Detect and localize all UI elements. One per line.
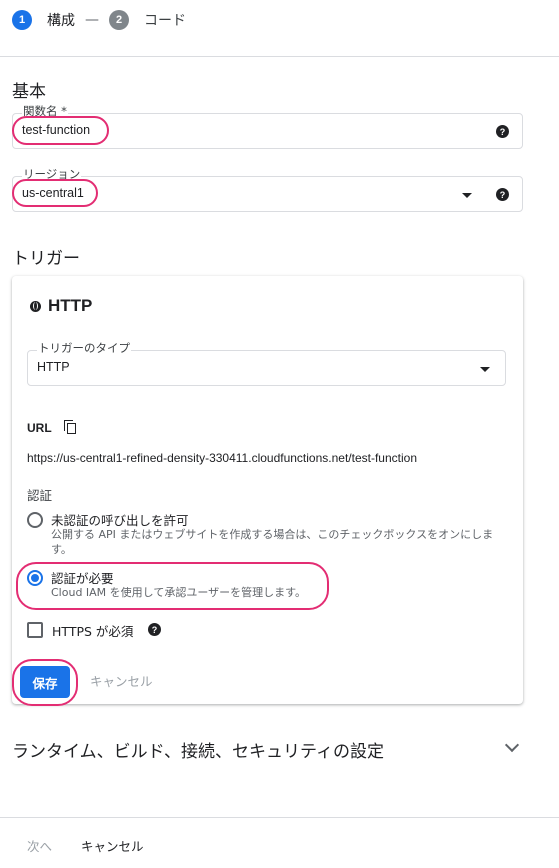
function-name-input[interactable]: test-function: [22, 123, 90, 137]
next-button[interactable]: 次へ: [27, 836, 52, 855]
url-label: URL: [27, 420, 52, 435]
basic-section-title: 基本: [12, 82, 46, 102]
trigger-type-label: トリガーのタイプ: [37, 340, 131, 356]
save-button[interactable]: 保存: [20, 666, 70, 698]
runtime-settings-expander[interactable]: ランタイム、ビルド、接続、セキュリティの設定: [12, 737, 523, 762]
top-divider: [0, 56, 559, 57]
trigger-card-title: HTTP: [48, 296, 93, 315]
require-auth-radio[interactable]: [27, 570, 43, 586]
region-value[interactable]: us-central1: [22, 186, 84, 200]
runtime-settings-title: ランタイム、ビルド、接続、セキュリティの設定: [12, 742, 384, 762]
region-dropdown-icon[interactable]: [462, 193, 472, 198]
chevron-down-icon[interactable]: [504, 737, 520, 753]
step-separator: —: [85, 12, 99, 28]
allow-unauthenticated-desc: 公開する API またはウェブサイトを作成する場合は、このチェックボックスをオン…: [51, 528, 494, 556]
function-name-help-icon[interactable]: ?: [496, 125, 509, 138]
function-name-label: 関数名 *: [22, 103, 68, 119]
trigger-section-title: トリガー: [12, 249, 80, 269]
auth-label: 認証: [27, 488, 53, 503]
trigger-card: HTTP トリガーのタイプ HTTP URL https://us-centra…: [12, 276, 523, 704]
step-2-number: 2: [109, 10, 129, 30]
https-help-icon[interactable]: ?: [148, 623, 161, 636]
https-required-label: HTTPS が必須: [52, 624, 134, 639]
url-header: URL: [27, 420, 78, 435]
trigger-type-value[interactable]: HTTP: [37, 360, 70, 374]
https-required-checkbox[interactable]: [27, 622, 43, 638]
function-name-field[interactable]: 関数名 * test-function ?: [12, 103, 523, 149]
trigger-cancel-button[interactable]: キャンセル: [90, 671, 153, 690]
region-label: リージョン: [22, 166, 82, 182]
stepper: 1 構成 — 2 コード: [12, 9, 186, 31]
region-help-icon[interactable]: ?: [496, 188, 509, 201]
trigger-type-select[interactable]: トリガーのタイプ HTTP: [27, 340, 506, 386]
trigger-type-dropdown-icon[interactable]: [480, 367, 490, 372]
region-select[interactable]: リージョン us-central1 ?: [12, 166, 523, 212]
step-1-number: 1: [12, 10, 32, 30]
globe-icon: [30, 300, 41, 312]
require-auth-desc: Cloud IAM を使用して承認ユーザーを管理します。: [51, 586, 307, 599]
copy-icon[interactable]: [63, 420, 78, 435]
step-1-label[interactable]: 構成: [47, 10, 75, 30]
trigger-card-header: HTTP: [30, 296, 92, 316]
allow-unauthenticated-radio[interactable]: [27, 512, 43, 528]
bottom-divider: [0, 817, 559, 818]
footer-cancel-button[interactable]: キャンセル: [81, 836, 144, 855]
step-2-label[interactable]: コード: [144, 10, 186, 30]
url-value: https://us-central1-refined-density-3304…: [27, 451, 417, 465]
